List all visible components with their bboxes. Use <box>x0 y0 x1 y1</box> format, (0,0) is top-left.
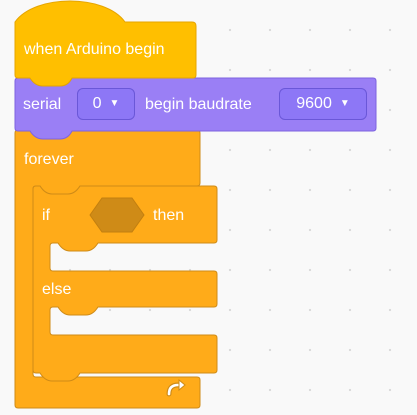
baudrate-dropdown[interactable]: 9600 ▼ <box>279 88 367 120</box>
block-shapes <box>14 0 377 409</box>
baudrate-value: 9600 <box>296 95 332 112</box>
workspace[interactable]: when Arduino begin serial 0 ▼ begin baud… <box>0 0 417 415</box>
forever-label: forever <box>24 151 74 168</box>
else-label: else <box>42 281 72 298</box>
condition-slot[interactable] <box>89 197 145 233</box>
caret-down-icon: ▼ <box>109 98 120 109</box>
serial-port-value: 0 <box>92 95 102 112</box>
then-label: then <box>153 207 185 224</box>
hat-block-label: when Arduino begin <box>24 41 165 58</box>
serial-port-dropdown[interactable]: 0 ▼ <box>77 88 135 120</box>
begin-baudrate-label: begin baudrate <box>145 96 252 113</box>
serial-label: serial <box>23 96 62 113</box>
if-label: if <box>42 207 50 224</box>
caret-down-icon: ▼ <box>339 98 350 109</box>
